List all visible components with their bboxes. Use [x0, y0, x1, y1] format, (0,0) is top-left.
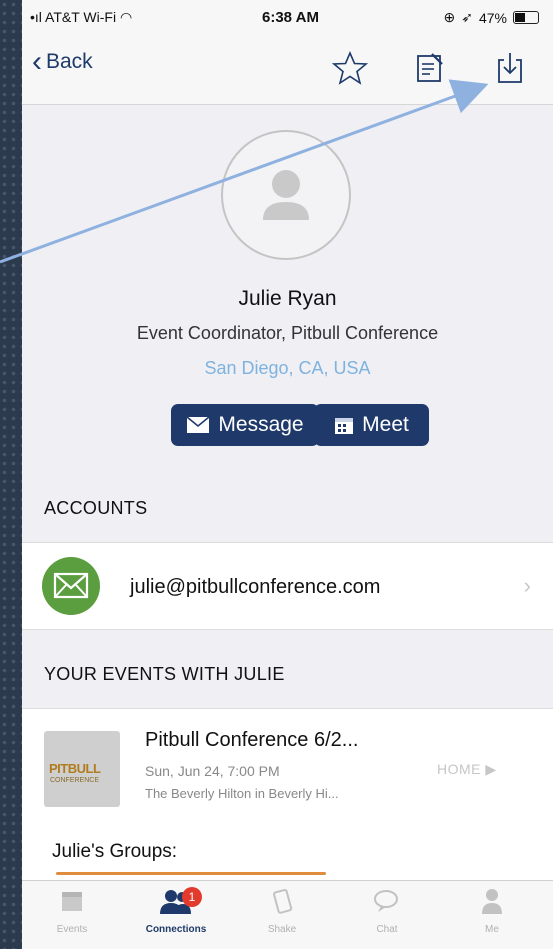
groups-title: Julie's Groups:: [52, 841, 178, 862]
tab-me[interactable]: Me: [442, 887, 542, 935]
event-row[interactable]: PITBULL CONFERENCE Pitbull Conference 6/…: [22, 708, 553, 885]
back-label: Back: [46, 50, 93, 73]
wifi-icon: ◠: [119, 9, 133, 25]
event-home-link[interactable]: HOME ▶: [437, 761, 497, 778]
tab-bar: Events 1 Connections Shake Chat Me: [22, 880, 553, 949]
navigation-bar: ‹ Back: [22, 34, 553, 105]
tab-events[interactable]: Events: [22, 887, 122, 935]
play-triangle-icon: ▶: [485, 761, 497, 777]
message-label: Message: [218, 413, 304, 436]
chevron-right-icon: ›: [523, 573, 531, 598]
event-name: Pitbull Conference 6/2...: [145, 729, 359, 751]
notes-icon[interactable]: [412, 50, 448, 86]
status-time: 6:38 AM: [262, 9, 319, 26]
phone-shake-icon: [273, 888, 293, 914]
tab-events-label: Events: [56, 924, 88, 935]
tab-connections[interactable]: 1 Connections: [126, 887, 226, 935]
star-icon[interactable]: [332, 50, 368, 86]
events-header: YOUR EVENTS WITH JULIE: [44, 664, 285, 684]
status-right: ⊕ ➶ 47%: [443, 9, 539, 26]
signal-icon: •ıl: [30, 9, 42, 25]
person-icon: [482, 889, 502, 914]
carrier-label: •ıl AT&T Wi-Fi ◠: [30, 9, 133, 25]
contact-title: Event Coordinator, Pitbull Conference: [136, 323, 439, 343]
tab-me-label: Me: [485, 924, 499, 935]
groups-underline: [56, 872, 326, 875]
email-address: julie@pitbullconference.com: [130, 576, 381, 598]
event-date: Sun, Jun 24, 7:00 PM: [145, 763, 280, 779]
phone-screen: •ıl AT&T Wi-Fi ◠ 6:38 AM ⊕ ➶ 47% ‹ Back: [22, 0, 553, 949]
back-button[interactable]: ‹ Back: [32, 45, 93, 78]
email-account-row[interactable]: julie@pitbullconference.com ›: [22, 542, 553, 630]
avatar: [221, 130, 351, 260]
chat-bubble-icon: [374, 890, 398, 912]
envelope-icon: [186, 416, 210, 433]
tab-chat[interactable]: Chat: [337, 887, 437, 935]
mail-icon: [53, 572, 89, 599]
default-avatar-icon: [263, 170, 309, 220]
tab-shake-label: Shake: [267, 924, 297, 935]
calendar-icon: [62, 892, 82, 911]
contact-location[interactable]: San Diego, CA, USA: [22, 358, 553, 379]
battery-icon: [513, 11, 539, 24]
event-logo-subtext: CONFERENCE: [50, 777, 100, 784]
contact-name: Julie Ryan: [238, 287, 337, 310]
meet-button[interactable]: Meet: [314, 404, 429, 446]
status-bar: •ıl AT&T Wi-Fi ◠ 6:38 AM ⊕ ➶ 47%: [22, 0, 553, 34]
location-arrow-icon: ➶: [461, 9, 473, 25]
tab-connections-label: Connections: [145, 924, 207, 935]
chevron-left-icon: ‹: [32, 45, 42, 78]
lock-rotation-icon: ⊕: [443, 9, 456, 25]
meet-label: Meet: [362, 413, 409, 436]
event-venue: The Beverly Hilton in Beverly Hi...: [145, 786, 339, 801]
event-logo-text: PITBULL: [49, 761, 101, 776]
download-contact-icon[interactable]: [492, 50, 528, 86]
accounts-header: ACCOUNTS: [44, 498, 148, 518]
tab-shake[interactable]: Shake: [232, 887, 332, 935]
message-button[interactable]: Message: [171, 404, 319, 446]
battery-percent: 47%: [478, 9, 507, 26]
notification-badge: 1: [182, 887, 202, 907]
calendar-meet-icon: [335, 418, 354, 434]
tab-chat-label: Chat: [376, 924, 398, 935]
email-account-icon: [42, 557, 100, 615]
event-thumbnail: PITBULL CONFERENCE: [44, 731, 120, 807]
